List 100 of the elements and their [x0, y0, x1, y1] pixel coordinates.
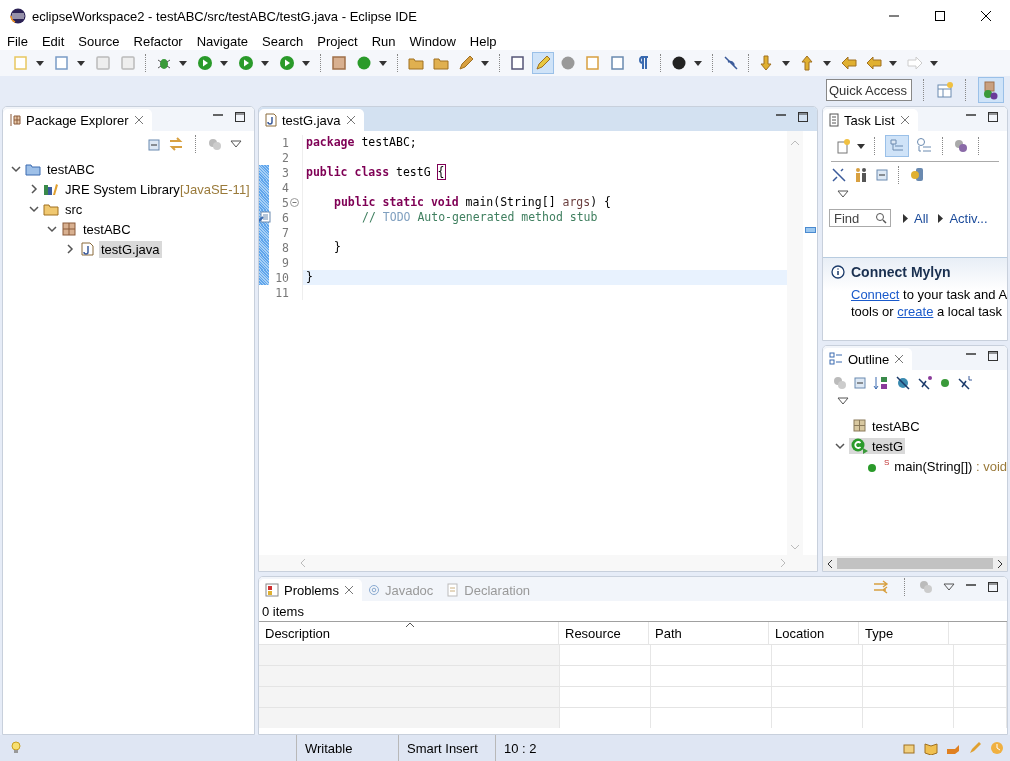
collapse-all-icon[interactable] — [853, 376, 867, 390]
declaration-icon — [447, 583, 460, 597]
status-field: 10 : 2 — [495, 735, 585, 761]
hide-fields-icon[interactable] — [895, 375, 911, 391]
column-header[interactable]: Path — [649, 622, 769, 644]
maximize-icon[interactable] — [987, 110, 999, 123]
highlighter-icon[interactable] — [532, 52, 554, 74]
dropdown-arrow-icon[interactable] — [481, 60, 489, 66]
maximize-icon[interactable] — [934, 10, 946, 22]
collapse-all-icon[interactable] — [875, 168, 889, 182]
package-explorer-tab[interactable]: Package Explorer — [3, 109, 152, 131]
line-number: 10 — [274, 270, 290, 285]
hide-completed-icon[interactable] — [831, 167, 847, 183]
find-field[interactable]: Find — [829, 209, 891, 227]
scroll-left-icon[interactable] — [826, 558, 834, 569]
dropdown-arrow-icon[interactable] — [857, 143, 865, 149]
line-number: 1 — [281, 135, 290, 150]
tree-item[interactable]: testABC — [45, 160, 97, 178]
scheduled-icon[interactable] — [915, 137, 933, 155]
filter-icon[interactable] — [953, 138, 969, 154]
eclipse-logo-icon — [10, 8, 26, 24]
book-icon[interactable] — [924, 741, 938, 755]
open-perspective-icon[interactable] — [936, 81, 954, 99]
menu-item[interactable]: File — [7, 33, 30, 49]
view-menu-icon[interactable] — [230, 140, 242, 148]
panel-title: Package Explorer — [26, 112, 129, 128]
dropdown-arrow-icon[interactable] — [782, 60, 790, 66]
line-number: 5 — [281, 195, 290, 210]
column-header[interactable]: Location — [769, 622, 859, 644]
view-menu-icon[interactable] — [837, 397, 849, 405]
dropdown-arrow-icon[interactable] — [179, 60, 187, 66]
people-icon[interactable] — [853, 167, 869, 183]
scroll-right-icon[interactable] — [996, 558, 1004, 569]
close-icon[interactable] — [980, 10, 992, 22]
hide-local-types-icon[interactable] — [957, 375, 973, 391]
overview-marker[interactable] — [805, 227, 816, 233]
column-header[interactable]: Type — [859, 622, 949, 644]
expand-arrow-icon[interactable] — [903, 213, 908, 223]
task-list-tab[interactable]: Task List — [823, 109, 918, 131]
filter-link[interactable]: Activ... — [949, 210, 988, 226]
menu-item[interactable]: Window — [409, 33, 458, 49]
editor-tab[interactable]: testG.java — [259, 109, 364, 131]
project-icon — [25, 162, 41, 176]
maximize-icon[interactable] — [797, 110, 809, 123]
scroll-thumb[interactable] — [837, 558, 993, 569]
text-link[interactable]: Connect — [851, 287, 900, 302]
dropdown-arrow-icon[interactable] — [889, 60, 897, 66]
java-perspective-icon[interactable] — [978, 77, 1004, 103]
tree-item[interactable]: testG.java — [99, 240, 162, 258]
java-file-icon — [79, 242, 95, 256]
dropdown-arrow-icon[interactable] — [261, 60, 269, 66]
tree-item[interactable]: testABC — [81, 220, 133, 238]
menu-item[interactable]: Refactor — [133, 33, 185, 49]
maximize-icon[interactable] — [987, 349, 999, 362]
filter-link[interactable]: All — [914, 210, 929, 226]
view-menu-icon[interactable] — [837, 190, 849, 198]
collapse-fold-icon[interactable] — [290, 198, 299, 207]
tree-item[interactable]: JRE System Library[JavaSE-11] — [63, 180, 252, 198]
mylyn-text: tools or — [851, 304, 895, 319]
menu-item[interactable]: Navigate — [196, 33, 250, 49]
link-arrows-icon[interactable] — [168, 137, 184, 151]
collapse-all-icon[interactable] — [146, 137, 160, 151]
outline-tab[interactable]: Outline — [823, 348, 913, 370]
item-count: 0 items — [261, 603, 305, 621]
menu-item[interactable]: Search — [262, 33, 306, 49]
package-explorer-icon — [9, 113, 21, 127]
hide-static-icon[interactable] — [917, 375, 933, 391]
tree-item[interactable]: src — [63, 200, 85, 218]
line-number: 9 — [281, 255, 290, 270]
maximize-icon[interactable] — [987, 580, 999, 593]
dropdown-arrow-icon[interactable] — [302, 60, 310, 66]
java-file-icon — [265, 113, 277, 127]
dropdown-arrow-icon[interactable] — [930, 60, 938, 66]
menu-item[interactable]: Edit — [41, 33, 67, 49]
dropdown-arrow-icon[interactable] — [694, 60, 702, 66]
sync-icon[interactable] — [909, 167, 925, 183]
menu-item[interactable]: Help — [469, 33, 499, 49]
mylyn-text: a local task — [936, 304, 1003, 319]
sort-icon[interactable] — [873, 375, 889, 391]
source-folder-icon — [43, 202, 59, 216]
menu-item[interactable]: Project — [317, 33, 360, 49]
line-number: 6 — [281, 210, 290, 225]
column-header[interactable]: Resource — [559, 622, 649, 644]
dropdown-arrow-icon[interactable] — [220, 60, 228, 66]
menu-item[interactable]: Run — [371, 33, 398, 49]
dropdown-arrow-icon[interactable] — [36, 60, 44, 66]
text-link[interactable]: create — [897, 304, 934, 319]
view-tab[interactable]: Problems — [259, 579, 362, 601]
dropdown-arrow-icon[interactable] — [379, 60, 387, 66]
menu-item[interactable]: Source — [78, 33, 122, 49]
view-menu-icon[interactable] — [943, 582, 955, 591]
outline-item[interactable]: main(String[]) : void — [894, 458, 1007, 474]
maximize-icon[interactable] — [234, 110, 246, 123]
outline-item[interactable]: testABC — [872, 418, 920, 434]
dropdown-arrow-icon[interactable] — [77, 60, 85, 66]
quick-access-field[interactable]: Quick Access — [826, 79, 912, 101]
task-list-icon — [829, 113, 839, 127]
column-header[interactable]: Description — [259, 622, 559, 644]
dropdown-arrow-icon[interactable] — [823, 60, 831, 66]
expand-arrow-icon[interactable] — [938, 213, 944, 223]
